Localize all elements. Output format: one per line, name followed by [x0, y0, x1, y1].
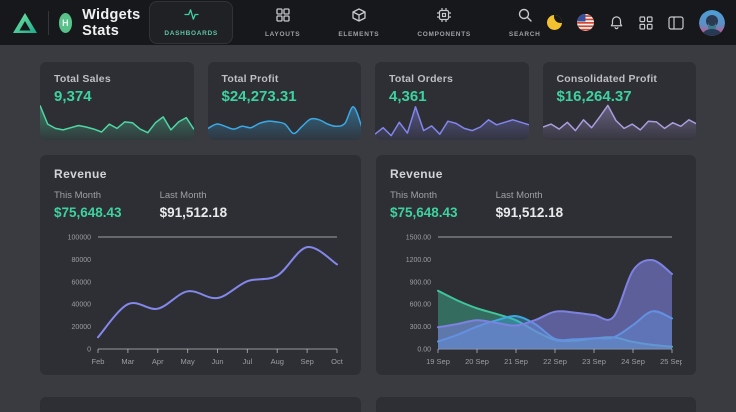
last-month-label: Last Month	[160, 190, 228, 201]
svg-text:22 Sep: 22 Sep	[543, 357, 567, 366]
last-month-block: Last Month $91,512.18	[160, 190, 228, 220]
stat-card-consolidated-profit: Consolidated Profit $16,264.37	[543, 62, 697, 140]
this-month-label: This Month	[390, 190, 458, 201]
svg-text:40000: 40000	[72, 302, 92, 309]
nav-item-layouts[interactable]: LAYOUTS	[259, 4, 306, 42]
nav-label: SEARCH	[509, 31, 541, 38]
svg-text:Sep: Sep	[300, 357, 313, 366]
bottom-card-left	[40, 397, 361, 412]
cpu-icon	[437, 8, 451, 27]
layout-grid-icon	[276, 8, 290, 27]
stat-title: Total Orders	[375, 62, 529, 85]
svg-text:Jul: Jul	[243, 357, 253, 366]
revenue-title: Revenue	[390, 167, 682, 181]
svg-text:23 Sep: 23 Sep	[582, 357, 606, 366]
svg-text:Apr: Apr	[152, 357, 164, 366]
svg-text:24 Sep: 24 Sep	[621, 357, 645, 366]
svg-text:80000: 80000	[72, 257, 92, 264]
svg-text:Mar: Mar	[121, 357, 134, 366]
revenue-card-daily: Revenue This Month $75,648.43 Last Month…	[376, 155, 696, 375]
svg-text:600.00: 600.00	[410, 302, 432, 309]
revenue-card-monthly: Revenue This Month $75,648.43 Last Month…	[40, 155, 361, 375]
language-flag-us-icon[interactable]	[577, 14, 594, 31]
top-navbar: H Widgets Stats DASHBOARDS LAYOUTS	[0, 0, 736, 45]
sidebar-toggle-icon[interactable]	[668, 16, 684, 30]
this-month-value: $75,648.43	[390, 205, 458, 220]
svg-text:60000: 60000	[72, 279, 92, 286]
svg-text:100000: 100000	[68, 235, 91, 242]
this-month-label: This Month	[54, 190, 122, 201]
svg-text:Aug: Aug	[271, 357, 284, 366]
stat-title: Total Sales	[40, 62, 194, 85]
last-month-value: $91,512.18	[496, 205, 564, 220]
total-sales-sparkline	[40, 100, 194, 140]
user-avatar[interactable]	[699, 10, 725, 36]
svg-text:900.00: 900.00	[410, 279, 432, 286]
apps-grid-icon[interactable]	[639, 16, 653, 30]
navbar-actions	[547, 10, 725, 36]
box-icon	[352, 8, 366, 27]
activity-icon	[184, 8, 199, 26]
svg-text:0: 0	[87, 347, 91, 354]
dark-mode-toggle-moon-icon[interactable]	[547, 15, 562, 30]
svg-text:300.00: 300.00	[410, 324, 432, 331]
nav-label: DASHBOARDS	[164, 30, 218, 37]
svg-text:19 Sep: 19 Sep	[426, 357, 450, 366]
consolidated-profit-sparkline	[543, 100, 697, 140]
nav-label: ELEMENTS	[338, 31, 379, 38]
brand-initial: H	[62, 18, 69, 28]
navbar-brand-area: H Widgets Stats	[12, 7, 149, 39]
last-month-block: Last Month $91,512.18	[496, 190, 564, 220]
svg-text:20000: 20000	[72, 324, 92, 331]
total-profit-sparkline	[208, 100, 362, 140]
nav-label: COMPONENTS	[417, 31, 471, 38]
svg-text:1200.00: 1200.00	[406, 257, 431, 264]
svg-text:0.00: 0.00	[417, 347, 431, 354]
revenue-cards-row: Revenue This Month $75,648.43 Last Month…	[40, 155, 696, 375]
last-month-value: $91,512.18	[160, 205, 228, 220]
svg-text:25 Sep: 25 Sep	[660, 357, 682, 366]
app-logo[interactable]	[12, 11, 38, 35]
svg-text:Jun: Jun	[211, 357, 223, 366]
revenue-summary: This Month $75,648.43 Last Month $91,512…	[54, 190, 347, 220]
this-month-value: $75,648.43	[54, 205, 122, 220]
svg-text:Feb: Feb	[92, 357, 105, 366]
nav-item-search[interactable]: SEARCH	[503, 4, 547, 42]
nav-item-elements[interactable]: ELEMENTS	[332, 4, 385, 42]
svg-text:May: May	[181, 357, 195, 366]
stat-title: Total Profit	[208, 62, 362, 85]
stat-card-total-profit: Total Profit $24,273.31	[208, 62, 362, 140]
dashboard-app: H Widgets Stats DASHBOARDS LAYOUTS	[0, 0, 736, 412]
total-orders-sparkline	[375, 100, 529, 140]
nav-item-dashboards[interactable]: DASHBOARDS	[149, 1, 233, 44]
revenue-line-chart: 0 20000 40000 60000 80000 100000 Feb Mar Apr May J…	[54, 227, 347, 373]
nav-label: LAYOUTS	[265, 31, 300, 38]
svg-text:21 Sep: 21 Sep	[504, 357, 528, 366]
this-month-block: This Month $75,648.43	[54, 190, 122, 220]
stat-card-total-sales: Total Sales 9,374	[40, 62, 194, 140]
stat-cards-row: Total Sales 9,374 Total Profit $24,273.3…	[40, 62, 696, 140]
page-title: Widgets Stats	[82, 7, 149, 39]
main-nav: DASHBOARDS LAYOUTS ELEMENTS COMPONENTS	[149, 1, 546, 44]
bottom-card-right	[376, 397, 697, 412]
last-month-label: Last Month	[496, 190, 564, 201]
svg-text:20 Sep: 20 Sep	[465, 357, 489, 366]
notifications-bell-icon[interactable]	[609, 15, 624, 30]
stat-title: Consolidated Profit	[543, 62, 697, 85]
svg-text:1500.00: 1500.00	[406, 235, 431, 242]
dashboard-content: Total Sales 9,374 Total Profit $24,273.3…	[0, 45, 736, 412]
stat-card-total-orders: Total Orders 4,361	[375, 62, 529, 140]
navbar-divider	[48, 11, 49, 35]
nav-item-components[interactable]: COMPONENTS	[411, 4, 477, 42]
revenue-title: Revenue	[54, 167, 347, 181]
brand-avatar: H	[59, 13, 72, 33]
svg-text:Oct: Oct	[331, 357, 344, 366]
revenue-area-chart: 0.00 300.00 600.00 900.00 1200.00 1500.00 19 S…	[390, 227, 682, 373]
revenue-summary: This Month $75,648.43 Last Month $91,512…	[390, 190, 682, 220]
bottom-cards-row	[40, 397, 696, 412]
this-month-block: This Month $75,648.43	[390, 190, 458, 220]
search-icon	[518, 8, 532, 27]
